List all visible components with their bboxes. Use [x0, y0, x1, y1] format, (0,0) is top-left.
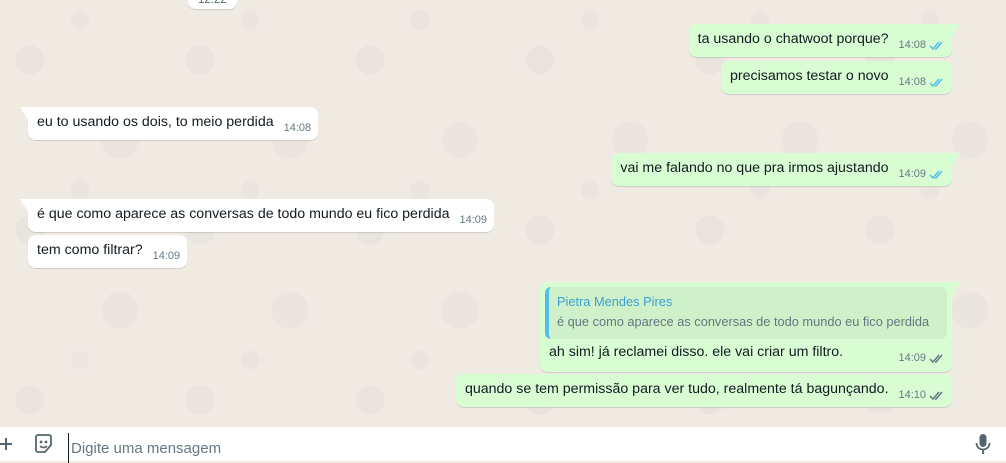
- message-text: tem como filtrar?: [37, 242, 143, 258]
- message-meta: 14:09: [898, 349, 945, 368]
- message-meta: 14:09: [898, 165, 945, 184]
- message-time: 14:08: [898, 39, 926, 51]
- message-time: 14:08: [898, 76, 926, 88]
- message-outgoing[interactable]: quando se tem permissão para ver tudo, r…: [455, 374, 952, 407]
- message-meta: 14:09: [153, 247, 181, 266]
- message-time: 14:09: [152, 250, 181, 262]
- message-time: 14:09: [898, 168, 926, 180]
- conversation-panel[interactable]: 12:22 ta usando o chatwoot porque? 14:08…: [0, 0, 1006, 427]
- message-time: 14:08: [283, 122, 312, 134]
- message-text: precisamos testar o novo: [730, 68, 889, 84]
- sticker-icon[interactable]: [32, 427, 56, 461]
- message-text: é que como aparece as conversas de todo …: [37, 206, 450, 222]
- message-meta: 14:08: [898, 36, 945, 55]
- message-outgoing[interactable]: precisamos testar o novo 14:08: [721, 61, 952, 94]
- message-incoming[interactable]: tem como filtrar? 14:09: [28, 235, 188, 268]
- message-text: quando se tem permissão para ver tudo, r…: [464, 381, 889, 397]
- plus-icon[interactable]: [0, 427, 14, 461]
- composer-bar: [0, 427, 1006, 463]
- message-time: 14:09: [898, 352, 926, 364]
- message-text: eu to usando os dois, to meio perdida: [37, 114, 274, 130]
- message-time: 14:10: [898, 389, 926, 401]
- message-input[interactable]: [68, 433, 953, 463]
- message-incoming[interactable]: é que como aparece as conversas de todo …: [20, 199, 494, 232]
- mic-icon[interactable]: [972, 427, 994, 461]
- message-text: vai me falando no que pra irmos ajustand…: [620, 160, 889, 176]
- message-text: ta usando o chatwoot porque?: [697, 31, 889, 47]
- double-check-icon: [929, 169, 945, 180]
- message-time: 14:09: [459, 214, 487, 226]
- message-meta: 14:08: [898, 73, 945, 92]
- double-check-icon: [929, 353, 945, 364]
- message-meta: 14:09: [459, 211, 487, 230]
- message-outgoing-reply[interactable]: Pietra Mendes Pires é que como aparece a…: [540, 282, 960, 372]
- double-check-icon: [929, 40, 945, 51]
- quoted-author: Pietra Mendes Pires: [557, 294, 673, 309]
- message-text: ah sim! já reclamei disso. ele vai criar…: [549, 344, 844, 360]
- double-check-icon: [929, 77, 945, 88]
- message-meta: 14:10: [898, 386, 945, 405]
- message-meta: 14:08: [284, 119, 312, 138]
- quoted-text: é que como aparece as conversas de todo …: [557, 314, 930, 329]
- message-outgoing[interactable]: vai me falando no que pra irmos ajustand…: [611, 153, 960, 186]
- message-incoming[interactable]: eu to usando os dois, to meio perdida 14…: [19, 107, 319, 140]
- date-divider: 12:22: [188, 0, 237, 9]
- double-check-icon: [929, 390, 945, 401]
- message-outgoing[interactable]: ta usando o chatwoot porque? 14:08: [688, 24, 961, 57]
- quoted-message[interactable]: Pietra Mendes Pires é que como aparece a…: [545, 287, 947, 339]
